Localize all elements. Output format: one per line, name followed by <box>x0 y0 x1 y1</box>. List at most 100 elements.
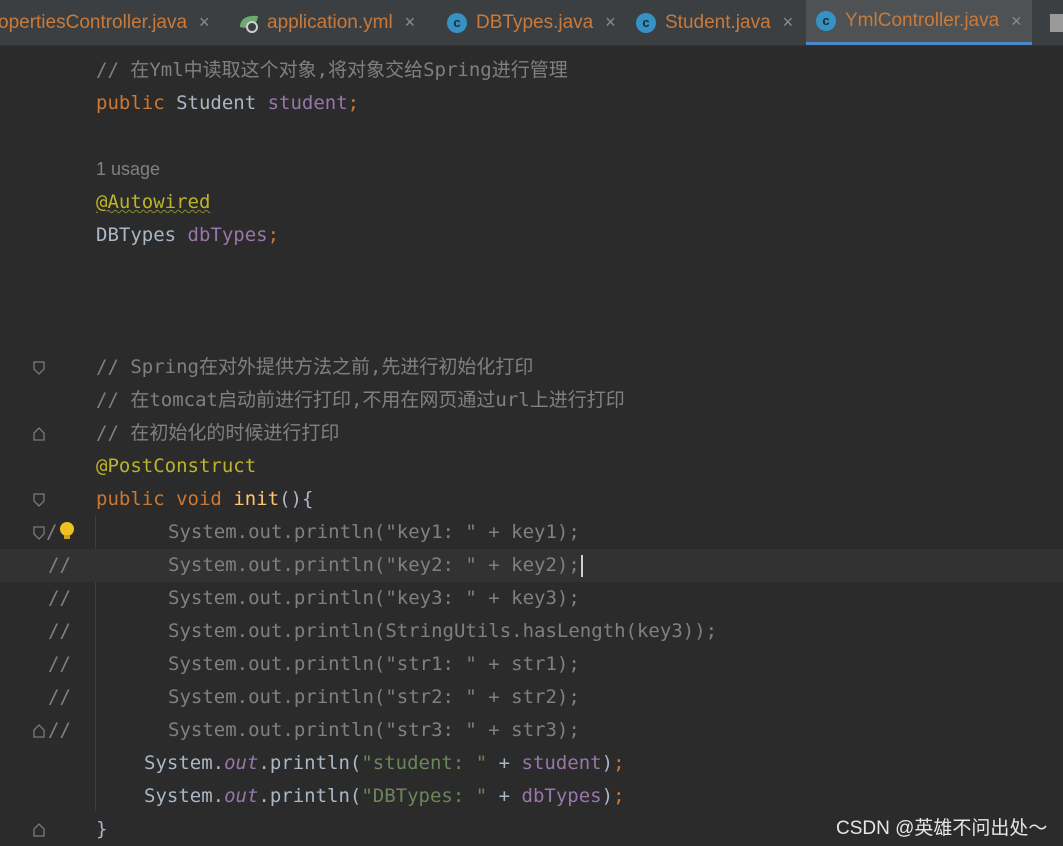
semicolon: ; <box>613 785 625 807</box>
code-line[interactable]: // 在初始化的时候进行打印 <box>0 417 1063 450</box>
code-line-current[interactable]: // System.out.println("key2: " + key2); <box>0 549 1063 582</box>
tab-label: YmlController.java <box>845 10 1000 31</box>
more-tabs-icon[interactable] <box>1050 14 1063 32</box>
class-icon: c <box>816 11 836 31</box>
commented-code: System.out.println("key1: " + key1); <box>168 521 580 543</box>
class-icon: c <box>447 12 467 33</box>
paren: (){ <box>279 488 314 510</box>
fold-icon[interactable] <box>33 361 45 375</box>
close-icon[interactable]: × <box>405 12 416 33</box>
method-signature: public void init(){ <box>96 487 313 511</box>
code-line[interactable]: // System.out.println("str3: " + str3); <box>0 714 1063 747</box>
code-line[interactable]: // 在Yml中读取这个对象,将对象交给Spring进行管理 <box>0 54 1063 87</box>
close-icon[interactable]: × <box>783 12 794 33</box>
commented-code: System.out.println("str3: " + str3); <box>168 719 580 741</box>
code-line[interactable]: @Autowired <box>0 186 1063 219</box>
close-icon[interactable]: × <box>199 12 210 33</box>
tab-properties-controller[interactable]: opertiesController.java × <box>0 0 210 45</box>
commented-code: System.out.println("str2: " + str2); <box>168 686 580 708</box>
comment-prefix: // <box>48 686 71 708</box>
code-line[interactable]: // System.out.println(StringUtils.hasLen… <box>0 615 1063 648</box>
tab-label: Student.java <box>665 11 771 33</box>
comment-prefix: // <box>48 653 71 675</box>
operator: + <box>487 752 522 774</box>
paren: ) <box>601 752 614 774</box>
commented-code-text: System.out.println("key2: " + key2); <box>168 554 580 576</box>
fold-icon[interactable] <box>33 493 45 507</box>
tab-ymlcontroller[interactable]: c YmlController.java × <box>806 0 1032 45</box>
paren: ) <box>601 785 614 807</box>
editor-tab-bar: opertiesController.java × application.ym… <box>0 0 1063 46</box>
annotation: @PostConstruct <box>96 455 257 477</box>
code-line[interactable]: System.out.println("DBTypes: " + dbTypes… <box>0 780 1063 813</box>
code-line[interactable]: System.out.println("student: " + student… <box>0 747 1063 780</box>
fold-icon[interactable] <box>33 823 45 837</box>
tab-dbtypes[interactable]: c DBTypes.java × <box>447 0 616 45</box>
comment-prefix: // <box>48 587 71 609</box>
tab-label: DBTypes.java <box>476 11 594 33</box>
commented-code: System.out.println("key2: " + key2); <box>168 553 583 577</box>
comment: // 在tomcat启动前进行打印,不用在网页通过url上进行打印 <box>96 389 625 411</box>
keyword: public <box>96 92 165 114</box>
method-call: .println( <box>258 785 362 807</box>
comment-prefix: // <box>48 554 71 576</box>
semicolon: ; <box>613 752 625 774</box>
class-icon: c <box>636 12 656 33</box>
text-caret <box>580 554 583 577</box>
field-name: dbTypes <box>521 785 602 807</box>
usage-hint[interactable]: 1 usage <box>96 157 160 181</box>
class-ref: System. <box>144 785 225 807</box>
class-ref: System. <box>144 752 225 774</box>
tab-label: application.yml <box>267 11 393 33</box>
field-declaration: public Student student; <box>96 91 359 115</box>
code-line[interactable]: // 在tomcat启动前进行打印,不用在网页通过url上进行打印 <box>0 384 1063 417</box>
string-literal: "student: " <box>361 752 488 774</box>
code-line[interactable]: @PostConstruct <box>0 450 1063 483</box>
comment: // 在初始化的时候进行打印 <box>96 422 340 444</box>
field-name: dbTypes <box>187 224 268 246</box>
method-call: .println( <box>258 752 362 774</box>
code-line[interactable]: / System.out.println("key1: " + key1); <box>0 516 1063 549</box>
field-declaration: DBTypes dbTypes; <box>96 223 279 247</box>
code-line[interactable]: // System.out.println("key3: " + key3); <box>0 582 1063 615</box>
method-name: init <box>233 488 280 510</box>
tab-student[interactable]: c Student.java × <box>636 0 793 45</box>
code-line: 1 usage <box>0 153 1063 186</box>
operator: + <box>487 785 522 807</box>
commented-code: System.out.println("key3: " + key3); <box>168 587 580 609</box>
tab-application-yml[interactable]: application.yml × <box>238 0 415 45</box>
lightbulb-icon[interactable] <box>60 522 74 539</box>
comment: // 在Yml中读取这个对象,将对象交给Spring进行管理 <box>96 59 568 81</box>
fold-icon[interactable] <box>33 427 45 441</box>
fold-icon[interactable] <box>33 724 45 738</box>
code-line[interactable]: public void init(){ <box>0 483 1063 516</box>
println-statement: System.out.println("DBTypes: " + dbTypes… <box>144 784 625 808</box>
semicolon: ; <box>347 92 360 114</box>
spring-leaf-icon <box>238 13 260 33</box>
close-icon[interactable]: × <box>605 12 616 33</box>
code-line[interactable]: // Spring在对外提供方法之前,先进行初始化打印 <box>0 351 1063 384</box>
type: DBTypes <box>96 224 188 246</box>
code-line[interactable]: DBTypes dbTypes; <box>0 219 1063 252</box>
code-line[interactable]: // System.out.println("str1: " + str1); <box>0 648 1063 681</box>
field-name: student <box>267 92 348 114</box>
static-field: out <box>224 752 259 774</box>
keyword: public <box>96 488 165 510</box>
field-name: student <box>521 752 602 774</box>
close-icon[interactable]: × <box>1011 11 1022 32</box>
close-brace: } <box>96 818 108 840</box>
code-line[interactable]: // System.out.println("str2: " + str2); <box>0 681 1063 714</box>
type: Student <box>164 92 268 114</box>
tab-label: opertiesController.java <box>0 11 188 33</box>
code-line[interactable]: public Student student; <box>0 87 1063 120</box>
comment-prefix: // <box>48 620 71 642</box>
commented-code: System.out.println(StringUtils.hasLength… <box>168 620 718 642</box>
keyword: void <box>176 488 222 510</box>
commented-code: System.out.println("str1: " + str1); <box>168 653 580 675</box>
comment-slash: / <box>46 521 58 543</box>
fold-icon[interactable] <box>33 526 45 540</box>
string-literal: "DBTypes: " <box>361 785 488 807</box>
annotation: @Autowired <box>96 191 211 213</box>
code-editor[interactable]: // 在Yml中读取这个对象,将对象交给Spring进行管理 public St… <box>0 46 1063 843</box>
comment: // Spring在对外提供方法之前,先进行初始化打印 <box>96 356 534 378</box>
